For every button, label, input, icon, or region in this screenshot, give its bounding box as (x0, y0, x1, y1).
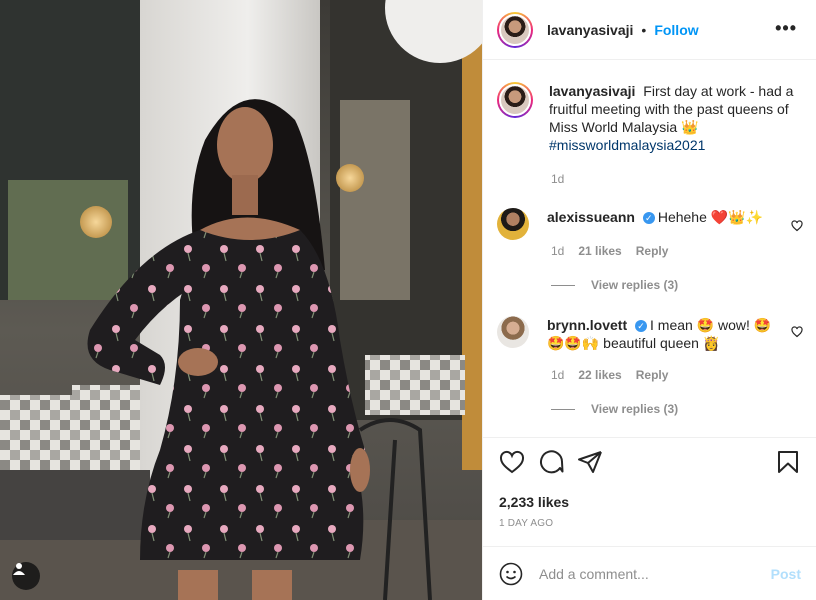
post-timestamp[interactable]: 1 DAY AGO (499, 518, 553, 529)
caption-row: lavanyasivaji First day at work - had a … (497, 82, 807, 154)
likes-count[interactable]: 2,233 likes (499, 494, 569, 510)
emoji-icon[interactable] (499, 562, 523, 586)
post-photo[interactable] (0, 0, 482, 600)
comment-meta: 1d 21 likes Reply (551, 244, 668, 258)
replies-divider (551, 284, 575, 286)
add-comment-bar: Post (483, 546, 816, 600)
caption-hashtag[interactable]: #missworldmalaysia2021 (549, 137, 705, 153)
view-replies-button[interactable]: View replies (3) (551, 402, 678, 416)
comment-age[interactable]: 1d (551, 244, 564, 258)
comments-list[interactable]: lavanyasivaji First day at work - had a … (483, 60, 816, 438)
comment-avatar[interactable] (497, 316, 529, 348)
person-icon (13, 563, 25, 575)
comment-avatar[interactable] (497, 208, 529, 240)
caption-meta: 1d (551, 172, 564, 186)
post-dialog: lavanyasivaji • Follow ••• lavanyasivaji… (0, 0, 816, 600)
post-header: lavanyasivaji • Follow ••• (483, 0, 816, 60)
author-avatar[interactable] (497, 11, 533, 48)
comment-row: alexissueann ✓ Hehehe ❤️👑✨ (497, 208, 787, 240)
post-side-panel: lavanyasivaji • Follow ••• lavanyasivaji… (482, 0, 816, 600)
author-username[interactable]: lavanyasivaji (547, 22, 633, 38)
comment-icon[interactable] (538, 450, 564, 474)
share-icon[interactable] (577, 450, 603, 474)
caption-age[interactable]: 1d (551, 172, 564, 186)
reply-button[interactable]: Reply (636, 244, 669, 258)
comment-input[interactable] (539, 565, 749, 582)
tagged-users-button[interactable] (12, 562, 40, 590)
comment-like-heart-icon[interactable] (791, 326, 803, 338)
verified-badge-icon: ✓ (642, 212, 655, 224)
comment-likes[interactable]: 22 likes (578, 368, 621, 382)
comment-age[interactable]: 1d (551, 368, 564, 382)
caption-avatar[interactable] (497, 82, 533, 118)
verified-badge-icon: ✓ (635, 320, 648, 332)
comment-meta: 1d 22 likes Reply (551, 368, 668, 382)
heart-icon[interactable] (499, 450, 525, 474)
bookmark-icon[interactable] (777, 450, 799, 474)
view-replies-label: View replies (3) (591, 402, 679, 416)
comment-username[interactable]: brynn.lovett (547, 317, 631, 333)
comment-like-heart-icon[interactable] (791, 220, 803, 232)
post-actions (483, 440, 816, 494)
follow-button[interactable]: Follow (654, 22, 698, 38)
comment-likes[interactable]: 21 likes (578, 244, 621, 258)
photo-illustration (0, 0, 482, 600)
view-replies-button[interactable]: View replies (3) (551, 278, 678, 292)
comment-username[interactable]: alexissueann (547, 209, 639, 225)
reply-button[interactable]: Reply (636, 368, 669, 382)
post-comment-button[interactable]: Post (771, 566, 801, 582)
more-options-icon[interactable]: ••• (775, 18, 797, 39)
comment-text: Hehehe ❤️👑✨ (657, 209, 764, 225)
view-replies-label: View replies (3) (591, 278, 679, 292)
replies-divider (551, 408, 575, 410)
comment-row: brynn.lovett ✓ I mean 🤩 wow! 🤩 🤩🤩🙌 beauti… (497, 316, 787, 352)
caption-username[interactable]: lavanyasivaji (549, 83, 639, 99)
header-separator: • (641, 21, 647, 38)
